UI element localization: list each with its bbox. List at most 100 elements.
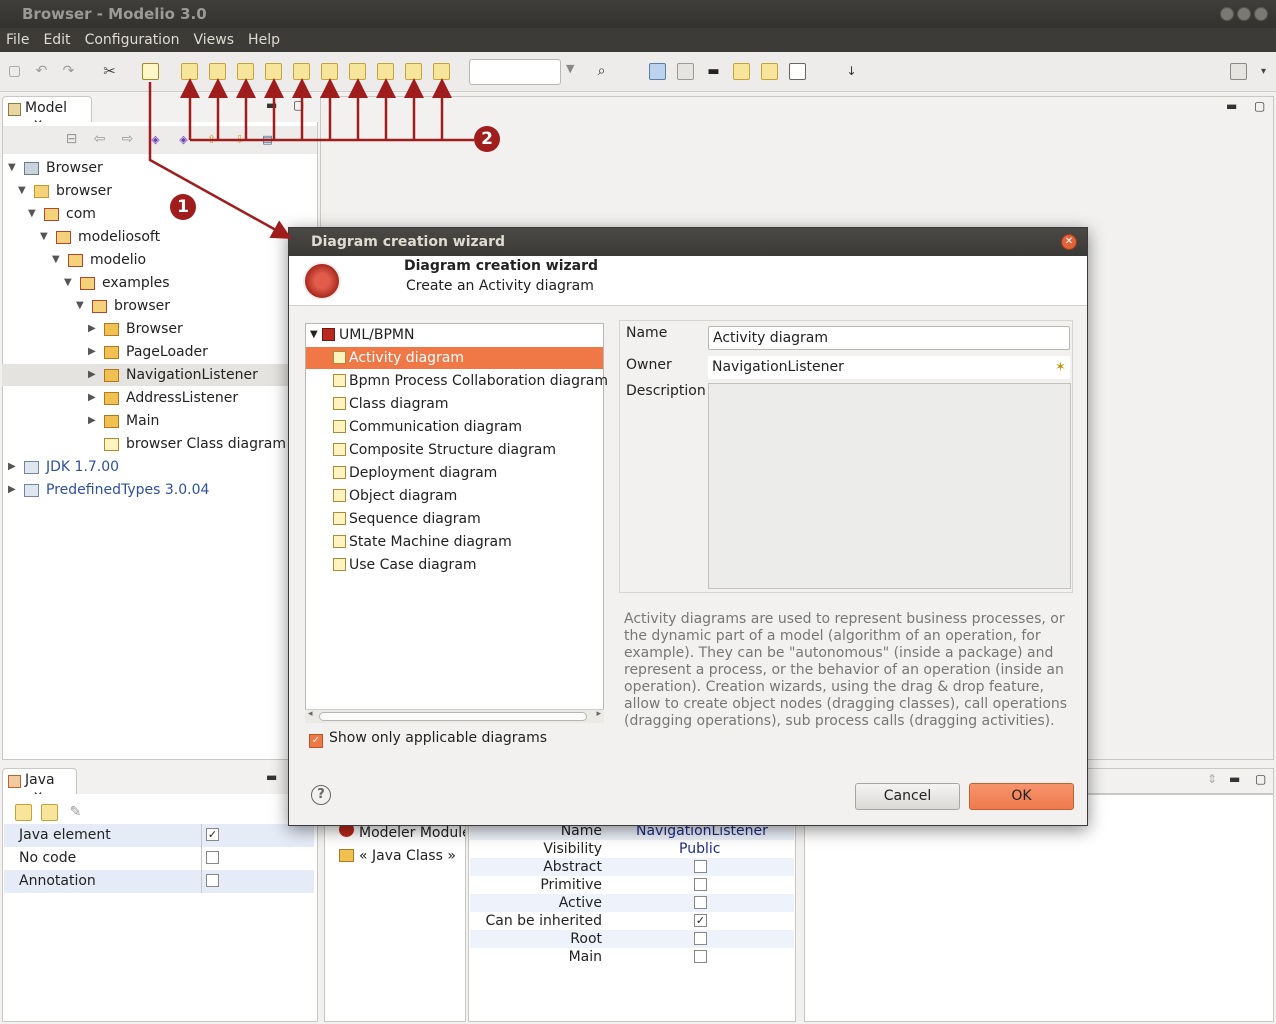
scroll-left-icon[interactable]: ◂	[308, 709, 313, 719]
composite-structure-diagram-icon[interactable]	[293, 63, 310, 80]
collapse-node-icon[interactable]: ▼	[76, 295, 86, 317]
diagram-wizard-icon[interactable]	[142, 63, 159, 80]
expand-node-icon[interactable]: ▶	[88, 341, 98, 363]
state-machine-diagram-icon[interactable]	[405, 63, 422, 80]
scroll-right-icon[interactable]: ▸	[596, 709, 601, 719]
diagram-type-item[interactable]: Object diagram	[306, 485, 603, 507]
owner-picker-icon[interactable]: ✶	[1055, 360, 1066, 375]
menu-help[interactable]: Help	[248, 32, 280, 48]
help-icon[interactable]: ?	[311, 785, 331, 805]
minimize-window-icon[interactable]	[1220, 7, 1234, 21]
right-maximize-icon[interactable]: ▢	[1255, 772, 1266, 786]
tree-node[interactable]: ▼ browser	[2, 180, 316, 202]
hierarchy-icon[interactable]	[761, 63, 778, 80]
object-diagram-icon[interactable]	[349, 63, 366, 80]
filter-icon[interactable]: ▤	[259, 131, 276, 148]
java-edit-icon[interactable]: ✎	[67, 804, 84, 821]
menu-edit[interactable]: Edit	[43, 32, 70, 48]
java-property-checkbox[interactable]	[206, 851, 219, 864]
tree-node[interactable]: ▶ NavigationListener	[2, 364, 316, 386]
maximize-icon[interactable]: ▢	[293, 98, 304, 112]
redo-icon[interactable]: ↷	[60, 63, 77, 80]
java-property-checkbox[interactable]: ✓	[206, 828, 219, 841]
diagram-type-item[interactable]: State Machine diagram	[306, 531, 603, 553]
show-applicable-checkbox[interactable]: ✓	[309, 734, 323, 748]
owner-field[interactable]: NavigationListener	[708, 356, 1070, 379]
tools-icon[interactable]: ✂	[101, 63, 118, 80]
diagram-type-item[interactable]: Composite Structure diagram	[306, 439, 603, 461]
menu-file[interactable]: File	[6, 32, 29, 48]
perspective-icon[interactable]	[1230, 63, 1247, 80]
dialog-close-icon[interactable]: ✕	[1061, 234, 1077, 250]
category-uml-bpmn[interactable]: ▼ UML/BPMN	[306, 324, 603, 346]
right-scroll-icon[interactable]: ⇕	[1207, 772, 1217, 786]
sync-icon[interactable]: ◈	[175, 131, 192, 148]
expand-node-icon[interactable]: ▶	[88, 364, 98, 386]
diagram-type-item[interactable]: Class diagram	[306, 393, 603, 415]
tab-model[interactable]: Model ✕	[2, 96, 92, 131]
use-case-diagram-icon[interactable]	[433, 63, 450, 80]
undo-icon[interactable]: ↶	[33, 63, 50, 80]
expand-node-icon[interactable]: ▶	[8, 479, 18, 501]
move-up-icon[interactable]: ⇧	[203, 131, 220, 148]
tree-node[interactable]: ▼ modelio	[2, 249, 316, 271]
diagram-name-input[interactable]: Activity diagram	[708, 326, 1070, 350]
tree-node[interactable]: ▶ AddressListener	[2, 387, 316, 409]
tree-node[interactable]: ▼ modeliosoft	[2, 226, 316, 248]
tree-node[interactable]: ▶ PredefinedTypes 3.0.04	[2, 479, 316, 501]
description-textarea[interactable]	[708, 383, 1071, 589]
tree-node[interactable]: ▶ Main	[2, 410, 316, 432]
prop-visibility-value[interactable]: Public	[679, 840, 720, 858]
java-minimize-icon[interactable]: ▬	[266, 770, 277, 784]
cancel-button[interactable]: Cancel	[855, 783, 960, 810]
list-horizontal-scrollbar[interactable]: ◂ ▸	[305, 709, 604, 723]
forward-icon[interactable]: ⇨	[119, 131, 136, 148]
collapse-node-icon[interactable]: ▼	[8, 157, 18, 179]
search-dropdown-icon[interactable]: ▼	[566, 62, 574, 75]
bpmn-diagram-icon[interactable]	[209, 63, 226, 80]
diagram-type-item[interactable]: Bpmn Process Collaboration diagram	[306, 370, 608, 392]
right-minimize-icon[interactable]: ▬	[1229, 772, 1240, 786]
minimize-icon[interactable]: ▬	[266, 98, 277, 112]
tree-node[interactable]: ▼ com	[2, 203, 316, 225]
tree-view-icon[interactable]	[677, 63, 694, 80]
ok-button[interactable]: OK	[969, 783, 1074, 810]
expand-node-icon[interactable]: ▶	[88, 410, 98, 432]
open-folder-icon[interactable]	[649, 63, 666, 80]
diagram-type-item[interactable]: Activity diagram	[306, 347, 603, 369]
diagram-type-item[interactable]: Use Case diagram	[306, 554, 603, 576]
expand-node-icon[interactable]: ▶	[88, 318, 98, 340]
tree-node[interactable]: ▼ Browser	[2, 157, 316, 179]
perspective-dropdown-icon[interactable]: ▾	[1255, 63, 1272, 80]
diagram-type-item[interactable]: Communication diagram	[306, 416, 603, 438]
deployment-diagram-icon[interactable]	[321, 63, 338, 80]
link-with-editor-icon[interactable]: ◈	[147, 131, 164, 148]
activity-diagram-icon[interactable]	[181, 63, 198, 80]
toolbar-search-input[interactable]	[469, 59, 561, 85]
java-update-icon[interactable]	[41, 804, 58, 821]
move-down-icon[interactable]: ⇩	[231, 131, 248, 148]
java-generate-icon[interactable]	[15, 804, 32, 821]
collapse-node-icon[interactable]: ▼	[64, 272, 74, 294]
prop-flag-checkbox[interactable]	[694, 950, 707, 963]
maximize-window-icon[interactable]	[1237, 7, 1251, 21]
tree-node[interactable]: ▼ browser	[2, 295, 316, 317]
menu-configuration[interactable]: Configuration	[85, 32, 180, 48]
expand-icon[interactable]: ▼	[310, 324, 318, 346]
save-icon[interactable]: ▢	[6, 63, 23, 80]
tab-java[interactable]: Java ✕	[2, 768, 77, 803]
scroll-thumb[interactable]	[319, 712, 587, 721]
diagram-type-item[interactable]: Deployment diagram	[306, 462, 603, 484]
tree-node[interactable]: ▶ Browser	[2, 318, 316, 340]
expand-node-icon[interactable]: ▶	[8, 456, 18, 478]
communication-diagram-icon[interactable]	[265, 63, 282, 80]
back-icon[interactable]: ⇦	[91, 131, 108, 148]
tree-node[interactable]: ▶ JDK 1.7.00	[2, 456, 316, 478]
prop-flag-checkbox[interactable]	[694, 896, 707, 909]
link-icon[interactable]: ▬	[705, 63, 722, 80]
module-item-modeler[interactable]: Modeler Module	[359, 825, 465, 841]
tree-node[interactable]: browser Class diagram	[2, 433, 316, 455]
collapse-icon[interactable]: ⊟	[63, 131, 80, 148]
collapse-node-icon[interactable]: ▼	[28, 203, 38, 225]
close-window-icon[interactable]	[1254, 7, 1268, 21]
